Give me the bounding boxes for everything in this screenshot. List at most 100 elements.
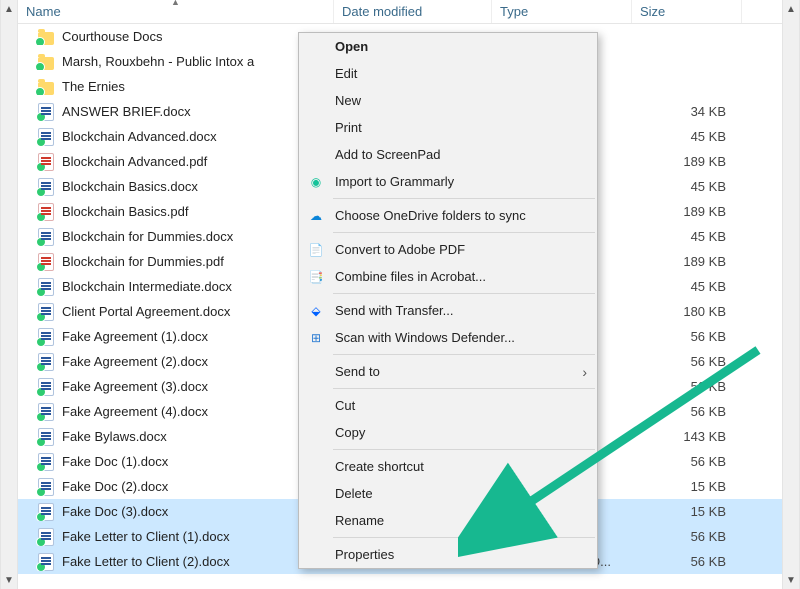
file-name-label: Client Portal Agreement.docx (62, 304, 230, 319)
word-file-icon (38, 553, 54, 571)
file-name-cell: Fake Letter to Client (1).docx (18, 528, 334, 546)
menu-item-edit[interactable]: Edit (299, 60, 597, 87)
file-name-cell: Fake Bylaws.docx (18, 428, 334, 446)
file-name-label: Fake Bylaws.docx (62, 429, 167, 444)
menu-item-delete[interactable]: Delete (299, 480, 597, 507)
file-name-cell: Fake Doc (3).docx (18, 503, 334, 521)
menu-item-create-shortcut[interactable]: Create shortcut (299, 453, 597, 480)
column-header-size[interactable]: Size (632, 0, 742, 23)
word-file-icon (38, 228, 54, 246)
word-file-icon (38, 178, 54, 196)
file-name-cell: Marsh, Rouxbehn - Public Intox a (18, 53, 334, 70)
menu-item-rename[interactable]: Rename (299, 507, 597, 534)
sync-badge-icon (36, 537, 46, 546)
file-name-label: Blockchain Advanced.docx (62, 129, 217, 144)
sync-badge-icon (36, 262, 46, 271)
menu-item-choose-onedrive-folders-to-sync[interactable]: ☁ Choose OneDrive folders to sync (299, 202, 597, 229)
file-size-cell: 56 KB (632, 454, 742, 469)
menu-item-send-to[interactable]: Send to› (299, 358, 597, 385)
menu-separator (333, 293, 595, 294)
file-name-cell: Fake Doc (2).docx (18, 478, 334, 496)
file-name-label: Fake Doc (3).docx (62, 504, 168, 519)
sync-badge-icon (36, 512, 46, 521)
sync-badge-icon (36, 187, 46, 196)
menu-item-combine-files-in-acrobat[interactable]: 📑Combine files in Acrobat... (299, 263, 597, 290)
word-file-icon (38, 403, 54, 421)
menu-separator (333, 537, 595, 538)
file-name-cell: Fake Agreement (4).docx (18, 403, 334, 421)
word-file-icon (38, 128, 54, 146)
file-name-cell: The Ernies (18, 78, 334, 95)
word-file-icon (38, 453, 54, 471)
file-name-label: Fake Agreement (4).docx (62, 404, 208, 419)
file-size-cell: 15 KB (632, 479, 742, 494)
folder-icon (38, 57, 54, 70)
file-size-cell: 45 KB (632, 229, 742, 244)
sync-badge-icon (36, 137, 46, 146)
sync-badge-icon (36, 212, 46, 221)
column-header-type[interactable]: Type (492, 0, 632, 23)
menu-item-label: New (335, 93, 361, 108)
pdf-file-icon (38, 253, 54, 271)
file-name-cell: Fake Agreement (2).docx (18, 353, 334, 371)
scrollbar-right[interactable]: ▲ ▼ (782, 0, 800, 589)
file-size-cell: 189 KB (632, 204, 742, 219)
file-name-label: Marsh, Rouxbehn - Public Intox a (62, 54, 254, 69)
file-size-cell: 189 KB (632, 254, 742, 269)
sync-badge-icon (36, 237, 46, 246)
file-name-label: Blockchain Basics.docx (62, 179, 198, 194)
scrollbar-left[interactable]: ▲ ▼ (0, 0, 18, 589)
file-name-cell: Blockchain Basics.pdf (18, 203, 334, 221)
file-name-label: Blockchain for Dummies.pdf (62, 254, 224, 269)
menu-item-label: Delete (335, 486, 373, 501)
sync-badge-icon (35, 62, 45, 70)
file-name-cell: ANSWER BRIEF.docx (18, 103, 334, 121)
menu-item-label: Import to Grammarly (335, 174, 454, 189)
onedrive-icon: ☁ (308, 208, 324, 224)
menu-item-print[interactable]: Print (299, 114, 597, 141)
adobepdf-icon: 📄 (308, 242, 324, 258)
word-file-icon (38, 328, 54, 346)
file-name-cell: Blockchain for Dummies.docx (18, 228, 334, 246)
column-header-name[interactable]: ▲ Name (18, 0, 334, 23)
scroll-down-icon[interactable]: ▼ (783, 571, 799, 589)
scroll-up-icon[interactable]: ▲ (1, 0, 17, 18)
menu-item-send-with-transfer[interactable]: ⬙Send with Transfer... (299, 297, 597, 324)
defender-icon: ⊞ (308, 330, 324, 346)
file-name-cell: Fake Agreement (3).docx (18, 378, 334, 396)
file-name-label: Fake Doc (2).docx (62, 479, 168, 494)
sync-badge-icon (36, 412, 46, 421)
menu-item-open[interactable]: Open (299, 33, 597, 60)
menu-item-cut[interactable]: Cut (299, 392, 597, 419)
menu-item-new[interactable]: New (299, 87, 597, 114)
menu-item-convert-to-adobe-pdf[interactable]: 📄 Convert to Adobe PDF (299, 236, 597, 263)
file-name-cell: Blockchain Intermediate.docx (18, 278, 334, 296)
file-name-cell: Fake Doc (1).docx (18, 453, 334, 471)
menu-item-scan-with-windows-defender[interactable]: ⊞Scan with Windows Defender... (299, 324, 597, 351)
menu-item-label: Convert to Adobe PDF (335, 242, 465, 257)
sync-badge-icon (36, 437, 46, 446)
menu-separator (333, 388, 595, 389)
sync-badge-icon (36, 162, 46, 171)
menu-item-label: Send to (335, 364, 380, 379)
menu-item-label: Send with Transfer... (335, 303, 454, 318)
file-name-cell: Fake Agreement (1).docx (18, 328, 334, 346)
menu-item-copy[interactable]: Copy (299, 419, 597, 446)
word-file-icon (38, 353, 54, 371)
menu-item-label: Print (335, 120, 362, 135)
file-size-cell: 45 KB (632, 279, 742, 294)
menu-item-properties[interactable]: Properties (299, 541, 597, 568)
word-file-icon (38, 528, 54, 546)
menu-item-label: Choose OneDrive folders to sync (335, 208, 526, 223)
menu-item-add-to-screenpad[interactable]: Add to ScreenPad (299, 141, 597, 168)
sync-badge-icon (36, 312, 46, 321)
menu-item-label: Rename (335, 513, 384, 528)
sync-badge-icon (35, 37, 45, 45)
scroll-up-icon[interactable]: ▲ (783, 0, 799, 18)
file-name-label: Blockchain for Dummies.docx (62, 229, 233, 244)
scroll-down-icon[interactable]: ▼ (1, 571, 17, 589)
column-header-date[interactable]: Date modified (334, 0, 492, 23)
sync-badge-icon (36, 287, 46, 296)
menu-item-import-to-grammarly[interactable]: ◉Import to Grammarly (299, 168, 597, 195)
menu-item-label: Edit (335, 66, 357, 81)
